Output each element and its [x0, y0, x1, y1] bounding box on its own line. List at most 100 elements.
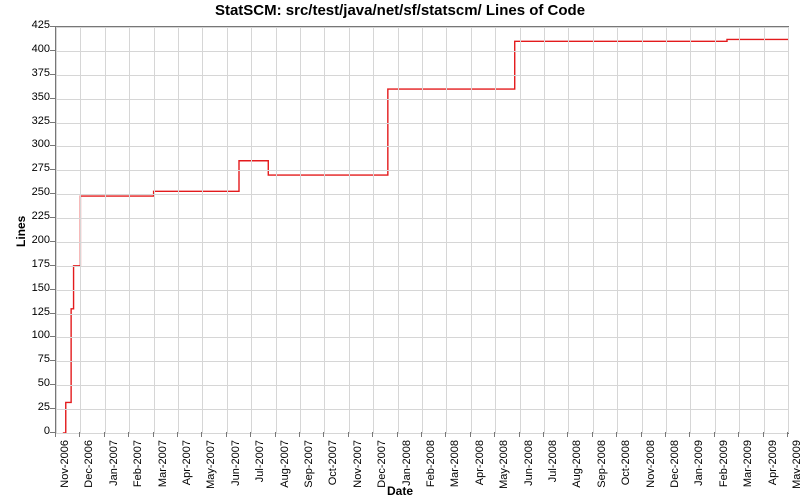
- grid-line: [349, 27, 350, 433]
- x-tick-mark: [55, 432, 56, 437]
- y-tick-mark: [50, 313, 55, 314]
- y-tick-label: 275: [20, 162, 50, 174]
- x-tick-label: Sep-2007: [303, 440, 315, 500]
- x-tick-label: Nov-2007: [352, 440, 364, 500]
- x-tick-mark: [421, 432, 422, 437]
- grid-line: [276, 27, 277, 433]
- grid-line: [56, 433, 788, 434]
- y-tick-mark: [50, 122, 55, 123]
- grid-line: [764, 27, 765, 433]
- x-tick-label: Feb-2008: [425, 440, 437, 500]
- x-tick-label: Jan-2008: [401, 440, 413, 500]
- x-tick-label: Dec-2007: [376, 440, 388, 500]
- x-tick-mark: [79, 432, 80, 437]
- x-tick-label: Oct-2007: [327, 440, 339, 500]
- x-tick-label: Nov-2008: [645, 440, 657, 500]
- x-tick-mark: [201, 432, 202, 437]
- x-tick-mark: [665, 432, 666, 437]
- y-tick-label: 375: [20, 67, 50, 79]
- x-tick-mark: [275, 432, 276, 437]
- plot-area: [55, 26, 789, 434]
- x-tick-label: Aug-2008: [571, 440, 583, 500]
- y-tick-mark: [50, 74, 55, 75]
- grid-line: [154, 27, 155, 433]
- x-tick-label: Oct-2008: [620, 440, 632, 500]
- x-tick-label: Apr-2008: [474, 440, 486, 500]
- x-tick-label: Jul-2008: [547, 440, 559, 500]
- y-tick-label: 100: [20, 329, 50, 341]
- y-tick-mark: [50, 336, 55, 337]
- x-tick-mark: [787, 432, 788, 437]
- grid-line: [642, 27, 643, 433]
- grid-line: [568, 27, 569, 433]
- grid-line: [715, 27, 716, 433]
- grid-line: [56, 27, 57, 433]
- x-tick-mark: [128, 432, 129, 437]
- y-tick-label: 75: [20, 353, 50, 365]
- grid-line: [251, 27, 252, 433]
- y-tick-mark: [50, 289, 55, 290]
- x-tick-mark: [494, 432, 495, 437]
- x-tick-label: Jun-2008: [523, 440, 535, 500]
- grid-line: [495, 27, 496, 433]
- grid-line: [593, 27, 594, 433]
- grid-line: [80, 27, 81, 433]
- y-tick-label: 300: [20, 138, 50, 150]
- x-tick-label: Aug-2007: [279, 440, 291, 500]
- chart-title: StatSCM: src/test/java/net/sf/statscm/ L…: [0, 2, 800, 19]
- y-tick-label: 150: [20, 282, 50, 294]
- x-tick-label: Feb-2007: [132, 440, 144, 500]
- x-tick-label: May-2009: [791, 440, 800, 500]
- y-tick-mark: [50, 217, 55, 218]
- x-tick-label: Jan-2009: [693, 440, 705, 500]
- grid-line: [129, 27, 130, 433]
- y-tick-label: 400: [20, 43, 50, 55]
- grid-line: [666, 27, 667, 433]
- y-tick-label: 250: [20, 186, 50, 198]
- y-tick-mark: [50, 265, 55, 266]
- grid-line: [690, 27, 691, 433]
- x-tick-mark: [397, 432, 398, 437]
- x-tick-mark: [714, 432, 715, 437]
- x-tick-mark: [543, 432, 544, 437]
- y-tick-label: 50: [20, 377, 50, 389]
- grid-line: [300, 27, 301, 433]
- y-tick-label: 225: [20, 210, 50, 222]
- y-tick-mark: [50, 169, 55, 170]
- grid-line: [544, 27, 545, 433]
- grid-line: [617, 27, 618, 433]
- x-tick-mark: [226, 432, 227, 437]
- x-tick-mark: [763, 432, 764, 437]
- y-tick-mark: [50, 145, 55, 146]
- y-tick-label: 425: [20, 19, 50, 31]
- y-tick-mark: [50, 98, 55, 99]
- x-tick-label: Dec-2006: [83, 440, 95, 500]
- y-tick-mark: [50, 384, 55, 385]
- x-tick-mark: [519, 432, 520, 437]
- x-tick-mark: [104, 432, 105, 437]
- x-tick-mark: [567, 432, 568, 437]
- x-tick-mark: [689, 432, 690, 437]
- x-tick-mark: [641, 432, 642, 437]
- x-tick-mark: [738, 432, 739, 437]
- x-tick-label: Feb-2009: [718, 440, 730, 500]
- y-tick-label: 200: [20, 234, 50, 246]
- y-tick-label: 175: [20, 258, 50, 270]
- x-tick-label: Mar-2007: [157, 440, 169, 500]
- x-tick-label: May-2007: [205, 440, 217, 500]
- y-tick-mark: [50, 360, 55, 361]
- grid-line: [227, 27, 228, 433]
- x-tick-label: Jan-2007: [108, 440, 120, 500]
- y-tick-mark: [50, 241, 55, 242]
- x-tick-mark: [153, 432, 154, 437]
- grid-line: [398, 27, 399, 433]
- grid-line: [422, 27, 423, 433]
- x-tick-mark: [250, 432, 251, 437]
- x-tick-mark: [616, 432, 617, 437]
- y-tick-label: 125: [20, 306, 50, 318]
- grid-line: [520, 27, 521, 433]
- x-tick-label: Jul-2007: [254, 440, 266, 500]
- grid-line: [471, 27, 472, 433]
- x-tick-label: Apr-2009: [767, 440, 779, 500]
- x-tick-label: Mar-2008: [449, 440, 461, 500]
